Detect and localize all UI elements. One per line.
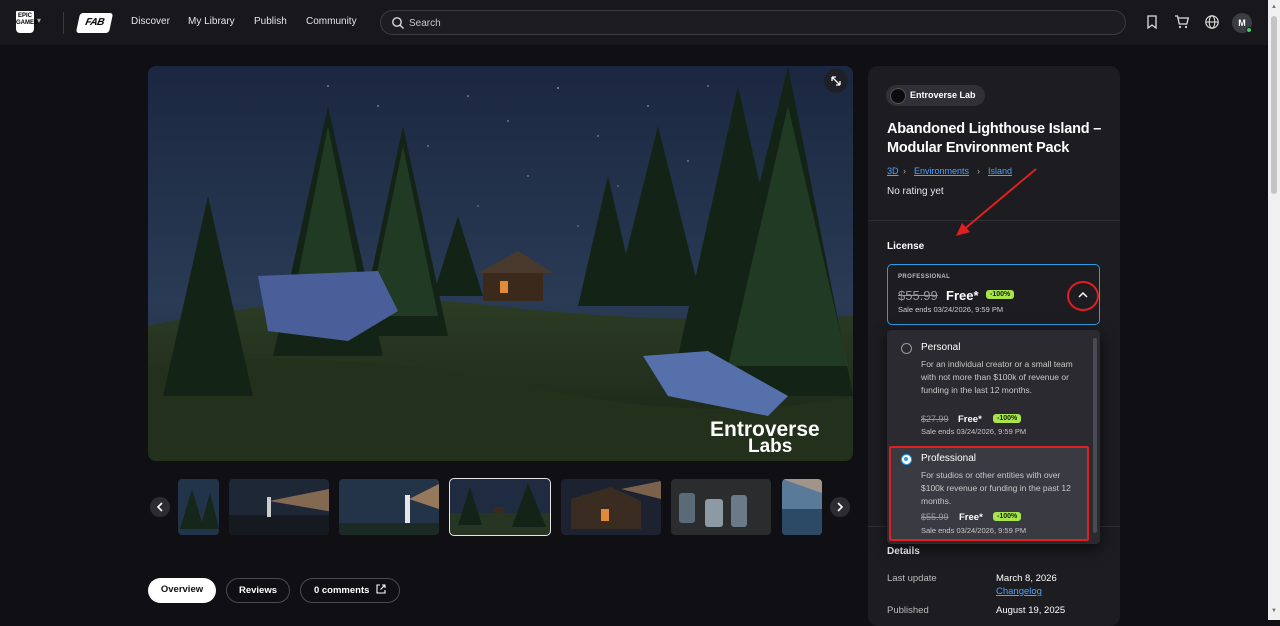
- online-status-dot: [1246, 27, 1252, 33]
- thumbnails-next-button[interactable]: [830, 497, 850, 517]
- last-update-value: March 8, 2026: [996, 573, 1057, 584]
- nav-publish[interactable]: Publish: [254, 16, 287, 27]
- annotation-rectangle: [889, 446, 1089, 541]
- comments-label: 0 comments: [313, 585, 370, 596]
- thumbnail[interactable]: [178, 479, 219, 535]
- tab-reviews[interactable]: Reviews: [226, 578, 290, 603]
- chevron-right-icon: [837, 502, 844, 512]
- dropdown-scrollbar[interactable]: [1093, 338, 1097, 533]
- top-bar: EPIC GAMES ▾ FAB Discover My Library Pub…: [0, 0, 1268, 45]
- annotation-arrow: [956, 168, 1037, 236]
- thumbnail[interactable]: [671, 479, 771, 535]
- epic-games-logo[interactable]: EPIC GAMES: [16, 11, 38, 33]
- expand-icon: [831, 76, 841, 86]
- search-input[interactable]: [409, 15, 1089, 31]
- thumbnails-prev-button[interactable]: [150, 497, 170, 517]
- scroll-down-icon[interactable]: ▼: [1271, 608, 1277, 614]
- product-title: Abandoned Lighthouse Island – Modular En…: [887, 121, 1102, 156]
- thumbnail[interactable]: [229, 479, 329, 535]
- expand-button[interactable]: [824, 69, 848, 93]
- search-bar[interactable]: [380, 10, 1126, 35]
- fab-logo[interactable]: FAB: [75, 13, 114, 33]
- original-price: $55.99: [898, 288, 938, 303]
- cart-icon[interactable]: [1174, 14, 1190, 30]
- hero-image[interactable]: Entroverse Labs: [148, 66, 853, 461]
- scroll-up-icon[interactable]: ▲: [1271, 4, 1277, 10]
- epic-logo-text: EPIC GAMES: [16, 13, 39, 26]
- radio-personal[interactable]: [901, 343, 912, 354]
- annotation-circle: [1067, 281, 1099, 311]
- rating-text: No rating yet: [887, 186, 944, 197]
- search-icon: [392, 17, 404, 29]
- last-update-label: Last update: [887, 573, 937, 584]
- thumbnail[interactable]: [782, 479, 822, 535]
- chevron-left-icon: [156, 502, 163, 512]
- option-personal-price: Free*: [958, 414, 982, 425]
- option-personal-title[interactable]: Personal: [921, 342, 960, 353]
- discount-badge: -100%: [986, 290, 1015, 299]
- breadcrumb-3d[interactable]: 3D: [887, 166, 899, 176]
- seller-name[interactable]: Entroverse Lab: [910, 90, 976, 100]
- changelog-link[interactable]: Changelog: [996, 586, 1042, 597]
- nav-my-library[interactable]: My Library: [188, 16, 235, 27]
- nav-discover[interactable]: Discover: [131, 16, 170, 27]
- tab-comments[interactable]: 0 comments: [300, 578, 400, 603]
- nav-community[interactable]: Community: [306, 16, 357, 27]
- breadcrumb-separator-icon: ›: [903, 166, 906, 176]
- scrollbar-thumb[interactable]: [1271, 16, 1277, 194]
- current-price: Free*: [946, 288, 979, 303]
- divider: [63, 12, 64, 34]
- hero-watermark-line2: Labs: [748, 436, 792, 457]
- option-personal-old-price: $27.99: [921, 414, 949, 424]
- sale-end-text: Sale ends 03/24/2026, 9:59 PM: [898, 305, 1004, 314]
- forest-cabin-night-scene: Entroverse Labs: [148, 66, 853, 461]
- thumbnail-selected[interactable]: [449, 478, 551, 536]
- details-title: Details: [887, 546, 920, 557]
- bookmark-icon[interactable]: [1144, 14, 1160, 30]
- chevron-down-icon[interactable]: ▾: [37, 16, 41, 25]
- option-personal-sale-text: Sale ends 03/24/2026, 9:59 PM: [921, 427, 1027, 436]
- published-label: Published: [887, 605, 929, 616]
- globe-icon[interactable]: [1204, 14, 1220, 30]
- thumbnail[interactable]: [561, 479, 661, 535]
- option-personal-description: For an individual creator or a small tea…: [921, 359, 1073, 395]
- seller-logo: [890, 88, 906, 104]
- license-label: License: [887, 241, 925, 252]
- tab-overview[interactable]: Overview: [148, 578, 216, 603]
- option-personal-discount: -100%: [993, 414, 1022, 423]
- selected-license-tier: PROFESSIONAL: [898, 274, 951, 280]
- published-value: August 19, 2025: [996, 605, 1066, 616]
- external-link-icon: [376, 584, 386, 594]
- thumbnail[interactable]: [339, 479, 439, 535]
